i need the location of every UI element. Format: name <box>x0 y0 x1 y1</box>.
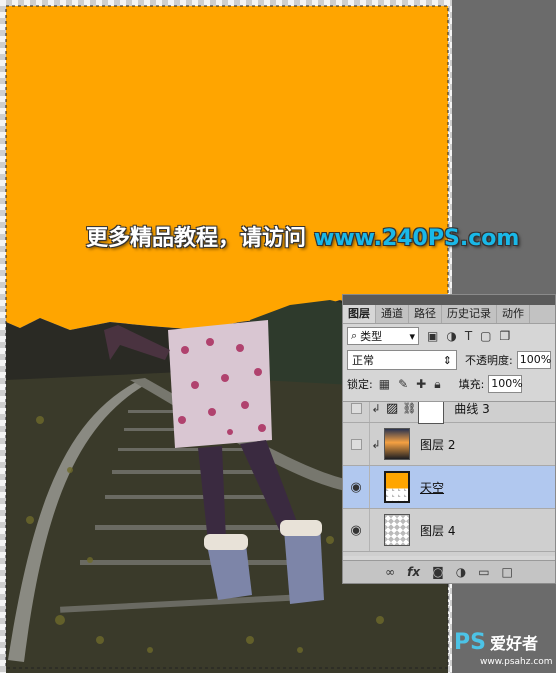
blend-mode-select[interactable]: 正常 ⇕ <box>347 350 457 370</box>
clip-arrow-icon: ↲ <box>371 437 381 451</box>
layer-name[interactable]: 图层 4 <box>420 522 455 539</box>
panel-tabs: 图层 通道 路径 历史记录 动作 <box>343 305 555 324</box>
tab-channels[interactable]: 通道 <box>376 305 409 323</box>
visibility-toggle[interactable]: ◉ <box>343 509 370 551</box>
visibility-toggle[interactable]: ◉ <box>343 466 370 508</box>
type-filter-icon[interactable]: T <box>465 329 472 343</box>
adjustment-filter-icon[interactable]: ◑ <box>446 329 456 343</box>
filter-row: ⌕ 类型 ▾ ▣ ◑ T ▢ ❐ <box>343 324 555 348</box>
watermark-text: 更多精品教程，请访问 www.240PS.com <box>86 220 519 254</box>
site-logo: PS 爱好者 www.psahz.com <box>452 630 556 673</box>
opacity-label: 不透明度: <box>465 354 513 367</box>
opacity-input[interactable]: 100% <box>516 351 551 369</box>
eye-icon: ◉ <box>350 522 362 538</box>
layer-thumbnail[interactable] <box>384 471 410 503</box>
logo-brand-cn: 爱好者 <box>489 634 538 653</box>
fill-input[interactable]: 100% <box>488 375 523 393</box>
layers-panel: 图层 通道 路径 历史记录 动作 ⌕ 类型 ▾ ▣ ◑ T ▢ ❐ 正常 ⇕ 不… <box>342 294 556 584</box>
lock-row: 锁定: ▦ ✎ ✚ 🔒︎ 填充: 100% <box>343 372 555 396</box>
lock-transparency-icon[interactable]: ▦ <box>379 377 390 392</box>
layer-filter-select[interactable]: ⌕ 类型 ▾ <box>347 327 419 345</box>
visibility-toggle[interactable] <box>343 423 370 465</box>
fill-label: 填充: <box>458 378 485 391</box>
tab-actions[interactable]: 动作 <box>497 305 530 323</box>
mask-icon[interactable]: ◙ <box>432 565 444 579</box>
folder-icon[interactable]: ▭ <box>478 565 489 579</box>
smart-object-filter-icon[interactable]: ❐ <box>500 329 511 343</box>
chain-icon: ⛓︎ <box>402 401 417 415</box>
logo-brand: PS <box>454 630 486 655</box>
shape-filter-icon[interactable]: ▢ <box>480 329 491 343</box>
visibility-toggle[interactable] <box>343 402 370 422</box>
panel-footer: ∞ fx ◙ ◑ ▭ □ <box>343 560 555 583</box>
logo-url: www.psahz.com <box>480 657 553 667</box>
search-icon: ⌕ <box>351 329 358 342</box>
layers-list: ↲ ▨ ⛓︎ 曲线 3 ↲ 图层 2 ◉ 天空 ◉ 图层 4 <box>343 401 555 556</box>
watermark-url: www.240PS.com <box>314 226 520 251</box>
layer-mask-thumbnail[interactable] <box>418 402 445 424</box>
sky-fill <box>6 6 448 330</box>
eye-icon: ◉ <box>350 479 362 495</box>
new-layer-icon[interactable]: □ <box>502 565 513 579</box>
logo-main: PS 爱好者 <box>454 630 538 655</box>
watermark-cn: 更多精品教程，请访问 <box>86 226 307 251</box>
tab-paths[interactable]: 路径 <box>409 305 442 323</box>
layer-name[interactable]: 曲线 3 <box>454 402 489 417</box>
layer-name[interactable]: 图层 2 <box>420 436 455 453</box>
tab-layers[interactable]: 图层 <box>343 305 376 323</box>
filter-icons: ▣ ◑ T ▢ ❐ <box>427 329 510 343</box>
clip-arrow-icon: ↲ <box>371 401 381 415</box>
layer-thumbnail[interactable] <box>384 514 410 546</box>
image-filter-icon[interactable]: ▣ <box>427 329 438 343</box>
person-dress <box>168 320 272 448</box>
blend-row: 正常 ⇕ 不透明度: 100% <box>343 348 555 372</box>
layer-row[interactable]: ↲ ▨ ⛓︎ 曲线 3 <box>343 401 555 424</box>
hidden-box-icon <box>350 438 362 450</box>
tab-history[interactable]: 历史记录 <box>442 305 497 323</box>
layer-row[interactable]: ↲ 图层 2 <box>343 423 555 466</box>
link-icon[interactable]: ∞ <box>385 565 395 579</box>
lock-label: 锁定: <box>347 378 373 391</box>
blend-mode-value: 正常 <box>352 354 374 367</box>
layer-name[interactable]: 天空 <box>420 479 444 496</box>
lock-move-icon[interactable]: ✚ <box>416 377 426 392</box>
hidden-box-icon <box>350 402 362 414</box>
layer-thumbnail[interactable] <box>384 428 410 460</box>
fx-icon[interactable]: fx <box>407 565 420 579</box>
curves-adjustment-icon: ▨ <box>386 401 399 416</box>
chevron-down-icon: ▾ <box>409 329 415 343</box>
stepper-icon: ⇕ <box>442 353 452 367</box>
filter-label: 类型 <box>360 330 383 343</box>
lock-all-icon[interactable]: 🔒︎ <box>434 377 440 392</box>
lock-icons: ▦ ✎ ✚ 🔒︎ <box>379 377 441 392</box>
layer-row[interactable]: ◉ 图层 4 <box>343 509 555 552</box>
layer-row[interactable]: ◉ 天空 <box>343 466 555 509</box>
panel-title-bar[interactable] <box>343 295 555 305</box>
lock-paint-icon[interactable]: ✎ <box>398 377 408 392</box>
adjustment-icon[interactable]: ◑ <box>456 565 466 579</box>
